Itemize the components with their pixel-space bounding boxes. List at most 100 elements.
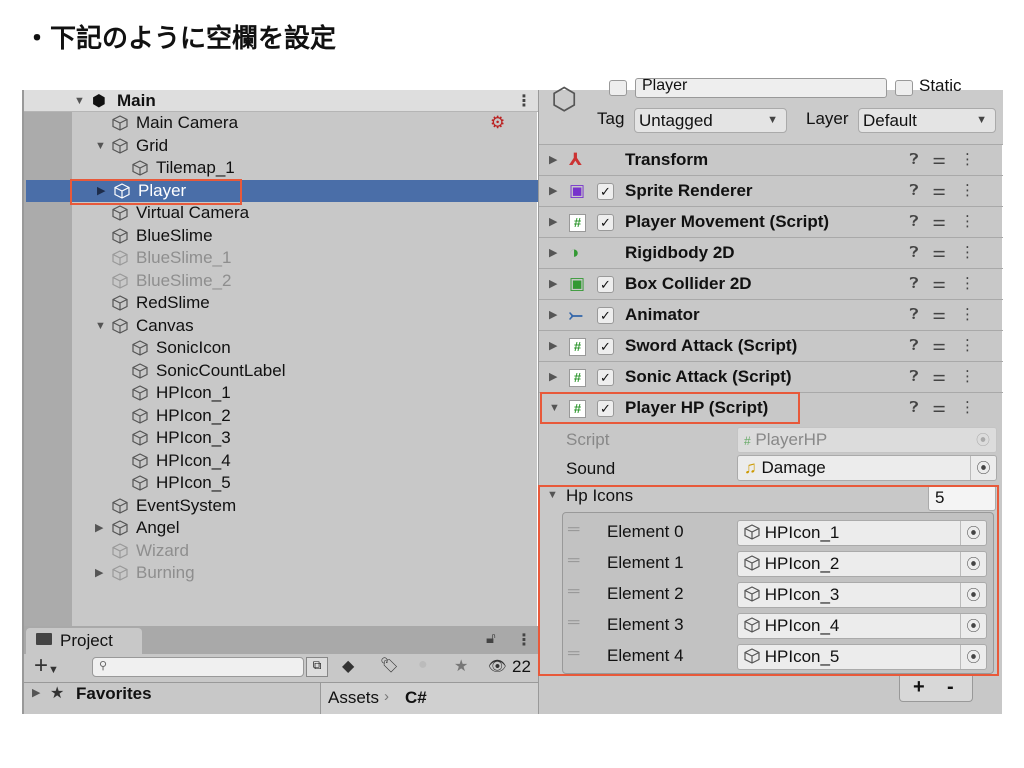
- drag-handle-icon[interactable]: ═: [568, 552, 579, 570]
- tab-project[interactable]: Project: [26, 628, 142, 654]
- static-checkbox[interactable]: [895, 80, 913, 96]
- enabled-checkbox[interactable]: ✓: [597, 183, 614, 200]
- breadcrumb-csharp[interactable]: C#: [405, 688, 427, 708]
- hierarchy-item[interactable]: RedSlime: [24, 292, 539, 314]
- enabled-checkbox[interactable]: ✓: [597, 369, 614, 386]
- search-input[interactable]: ⚲: [92, 657, 304, 677]
- hierarchy-item[interactable]: SonicIcon: [24, 337, 539, 359]
- hierarchy-item[interactable]: HPIcon_2: [24, 405, 539, 427]
- hierarchy-item[interactable]: ▶ Player: [26, 179, 541, 202]
- component-actions[interactable]: ❓︎⚌⋮: [910, 176, 989, 206]
- more-icon[interactable]: ⋮: [516, 91, 532, 111]
- breadcrumb-assets[interactable]: Assets: [328, 688, 379, 708]
- component-header[interactable]: ▶ ⤚ ✓ Animator ❓︎⚌⋮: [539, 299, 1003, 330]
- hierarchy-item[interactable]: EventSystem: [24, 495, 539, 517]
- hierarchy-item[interactable]: Main Camera: [24, 112, 539, 134]
- more-icon[interactable]: ⋮: [516, 630, 532, 650]
- element-object-field[interactable]: HPIcon_4 ⦿: [737, 613, 987, 639]
- expand-arrow-icon[interactable]: ▶: [549, 300, 557, 330]
- hierarchy-item[interactable]: Tilemap_1: [24, 157, 539, 179]
- hierarchy-item[interactable]: BlueSlime_1: [24, 247, 539, 269]
- element-object-field[interactable]: HPIcon_1 ⦿: [737, 520, 987, 546]
- expand-arrow-icon[interactable]: ▶: [549, 176, 557, 206]
- component-header[interactable]: ▶ ▣ ✓ Sprite Renderer ❓︎⚌⋮: [539, 175, 1003, 206]
- component-actions[interactable]: ❓︎⚌⋮: [910, 269, 989, 299]
- component-header[interactable]: ▶ # ✓ Player Movement (Script) ❓︎⚌⋮: [539, 206, 1003, 237]
- filter-by-label-icon[interactable]: 🏷︎: [380, 656, 399, 674]
- expand-arrow-icon[interactable]: ▶: [32, 686, 40, 699]
- enabled-checkbox[interactable]: ✓: [597, 400, 614, 417]
- expand-arrow-icon[interactable]: ▼: [549, 393, 560, 423]
- enabled-checkbox[interactable]: ✓: [597, 307, 614, 324]
- name-field[interactable]: Player: [635, 78, 887, 98]
- hierarchy-item[interactable]: Virtual Camera: [24, 202, 539, 224]
- component-actions[interactable]: ❓︎⚌⋮: [910, 238, 989, 268]
- drag-handle-icon[interactable]: ═: [568, 583, 579, 601]
- hierarchy-item[interactable]: ▶ Angel: [24, 517, 539, 539]
- object-picker-icon[interactable]: ⦿: [970, 456, 996, 480]
- expand-arrow-icon[interactable]: ▶: [549, 362, 557, 392]
- search-by-type-icon[interactable]: ⧉: [306, 657, 328, 677]
- hierarchy-item[interactable]: HPIcon_3: [24, 427, 539, 449]
- favorite-star-icon[interactable]: ★: [454, 656, 468, 676]
- hierarchy-item[interactable]: Wizard: [24, 540, 539, 562]
- warning-icon[interactable]: ●: [418, 656, 428, 674]
- active-checkbox[interactable]: [609, 80, 627, 96]
- element-object-field[interactable]: HPIcon_3 ⦿: [737, 582, 987, 608]
- expand-arrow-icon[interactable]: ▶: [97, 180, 105, 202]
- object-picker-icon[interactable]: ⦿: [960, 583, 986, 607]
- expand-arrow-icon[interactable]: ▶: [549, 238, 557, 268]
- object-picker-icon[interactable]: ⦿: [960, 645, 986, 669]
- object-picker-icon[interactable]: ⦿: [960, 521, 986, 545]
- expand-arrow-icon[interactable]: ▼: [95, 135, 106, 157]
- component-actions[interactable]: ❓︎⚌⋮: [910, 362, 989, 392]
- component-header[interactable]: ▼ # ✓ Player HP (Script) ❓︎⚌⋮: [539, 392, 1003, 423]
- expand-arrow-icon[interactable]: ▶: [549, 145, 557, 175]
- hierarchy-item[interactable]: BlueSlime: [24, 225, 539, 247]
- hierarchy-item[interactable]: ▼ Grid: [24, 135, 539, 157]
- element-object-field[interactable]: HPIcon_5 ⦿: [737, 644, 987, 670]
- enabled-checkbox[interactable]: ✓: [597, 214, 614, 231]
- add-element-button[interactable]: +: [913, 676, 925, 699]
- component-actions[interactable]: ❓︎⚌⋮: [910, 207, 989, 237]
- element-object-field[interactable]: HPIcon_2 ⦿: [737, 551, 987, 577]
- create-button[interactable]: +▼: [34, 652, 59, 680]
- hierarchy-item[interactable]: ▼ Canvas: [24, 315, 539, 337]
- component-header[interactable]: ▶ ▣ ✓ Box Collider 2D ❓︎⚌⋮: [539, 268, 1003, 299]
- lock-icon[interactable]: 🔓︎: [486, 630, 496, 647]
- layer-dropdown[interactable]: Default ▼: [858, 108, 996, 133]
- enabled-checkbox[interactable]: ✓: [597, 276, 614, 293]
- component-header[interactable]: ▶ # ✓ Sonic Attack (Script) ❓︎⚌⋮: [539, 361, 1003, 392]
- favorites-item[interactable]: Favorites: [76, 684, 152, 704]
- hierarchy-item[interactable]: BlueSlime_2: [24, 270, 539, 292]
- sound-field[interactable]: ♫ Damage ⦿: [737, 455, 997, 481]
- hierarchy-item[interactable]: HPIcon_5: [24, 472, 539, 494]
- expand-arrow-icon[interactable]: ▶: [95, 517, 103, 539]
- component-actions[interactable]: ❓︎⚌⋮: [910, 331, 989, 361]
- hidden-eye-icon[interactable]: 👁︎: [488, 657, 507, 675]
- component-actions[interactable]: ❓︎⚌⋮: [910, 393, 989, 423]
- drag-handle-icon[interactable]: ═: [568, 614, 579, 632]
- enabled-checkbox[interactable]: ✓: [597, 338, 614, 355]
- hierarchy-item[interactable]: ▶ Burning: [24, 562, 539, 584]
- expand-arrow-icon[interactable]: ▶: [549, 269, 557, 299]
- drag-handle-icon[interactable]: ═: [568, 521, 579, 539]
- hp-icons-size-input[interactable]: 5: [928, 485, 996, 511]
- component-header[interactable]: ▶ # ✓ Sword Attack (Script) ❓︎⚌⋮: [539, 330, 1003, 361]
- filter-by-type-icon[interactable]: ◆: [342, 656, 354, 676]
- expand-arrow-icon[interactable]: ▼: [95, 315, 106, 337]
- component-actions[interactable]: ❓︎⚌⋮: [910, 145, 989, 175]
- scene-header[interactable]: ▼ ⬢ Main ⋮: [24, 90, 539, 112]
- hierarchy-item[interactable]: HPIcon_1: [24, 382, 539, 404]
- remove-element-button[interactable]: -: [947, 676, 954, 699]
- component-actions[interactable]: ❓︎⚌⋮: [910, 300, 989, 330]
- expand-arrow-icon[interactable]: ▶: [549, 207, 557, 237]
- expand-arrow-icon[interactable]: ▶: [95, 562, 103, 584]
- object-picker-icon[interactable]: ⦿: [960, 552, 986, 576]
- expand-arrow-icon[interactable]: ▼: [74, 95, 85, 107]
- expand-arrow-icon[interactable]: ▶: [549, 331, 557, 361]
- component-header[interactable]: ▶ ◑ Rigidbody 2D ❓︎⚌⋮: [539, 237, 1003, 268]
- object-picker-icon[interactable]: ⦿: [960, 614, 986, 638]
- hierarchy-item[interactable]: SonicCountLabel: [24, 360, 539, 382]
- tag-dropdown[interactable]: Untagged ▼: [634, 108, 787, 133]
